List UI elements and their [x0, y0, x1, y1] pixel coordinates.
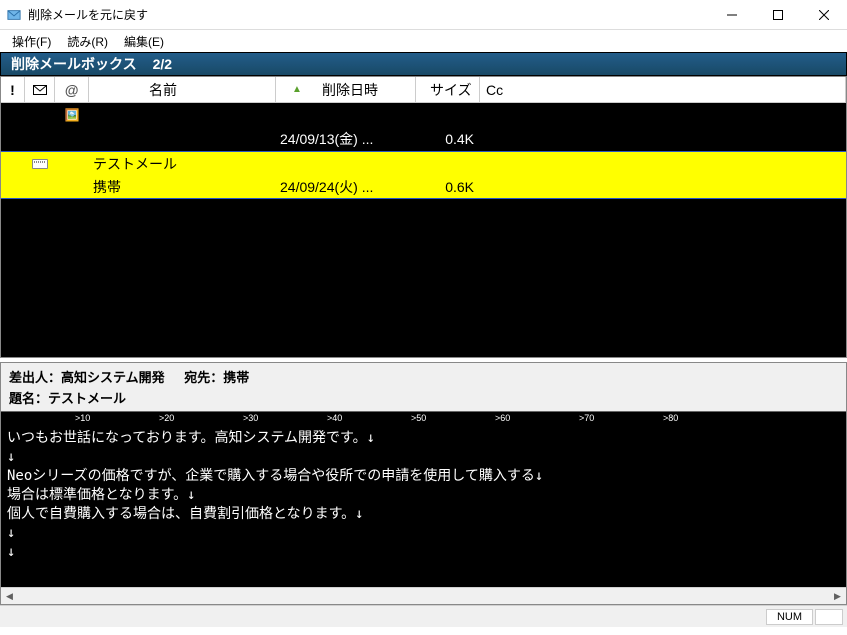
ruler-mark: >30 — [243, 413, 258, 423]
column-mail-icon[interactable] — [25, 77, 55, 102]
column-attachment-icon[interactable]: @ — [55, 77, 89, 102]
column-important[interactable]: ! — [1, 77, 25, 102]
cell-size: 0.4K — [416, 131, 480, 147]
to-label: 宛先： — [184, 370, 223, 385]
subject-label: 題名： — [9, 391, 48, 406]
statusbar: NUM — [0, 605, 847, 627]
column-date-label: 削除日時 — [322, 80, 378, 100]
mail-body[interactable]: いつもお世話になっております。高知システム開発です。↓ ↓ Neoシリーズの価格… — [1, 427, 846, 587]
to-value: 携帯 — [223, 370, 249, 385]
ruler-mark: >60 — [495, 413, 510, 423]
column-cc[interactable]: Cc — [480, 77, 846, 102]
mailbox-count: 2/2 — [153, 56, 172, 72]
cell-size: 0.6K — [416, 179, 480, 195]
column-date[interactable]: ▲ 削除日時 — [276, 77, 416, 102]
column-size[interactable]: サイズ — [416, 77, 480, 102]
menu-edit[interactable]: 編集(E) — [116, 31, 172, 52]
window-title: 削除メールを元に戻す — [28, 6, 709, 23]
keyboard-icon — [32, 159, 48, 169]
cell-name2: 携帯 — [89, 177, 276, 197]
mail-icon — [33, 85, 47, 95]
menu-file[interactable]: 操作(F) — [4, 31, 59, 52]
ruler: >10 >20 >30 >40 >50 >60 >70 >80 — [1, 411, 846, 427]
close-button[interactable] — [801, 0, 847, 29]
column-name[interactable]: 名前 — [89, 77, 276, 102]
ruler-mark: >20 — [159, 413, 174, 423]
scroll-right-button[interactable]: ▶ — [829, 588, 846, 604]
maximize-button[interactable] — [755, 0, 801, 29]
mailbox-title: 削除メールボックス — [11, 54, 137, 74]
status-num: NUM — [766, 609, 813, 625]
from-value: 高知システム開発 — [61, 370, 165, 385]
cell-name: テストメール — [89, 154, 276, 174]
from-label: 差出人： — [9, 370, 61, 385]
attachment-icon: 🖼️ — [65, 108, 80, 122]
horizontal-scrollbar[interactable]: ◀ ▶ — [1, 587, 846, 604]
list-body: 🖼️ 24/09/13(金) ... 0.4K — [1, 103, 846, 357]
window-controls — [709, 0, 847, 29]
mail-list: ! @ 名前 ▲ 削除日時 サイズ Cc 🖼️ — [0, 76, 847, 358]
sort-asc-icon: ▲ — [292, 84, 302, 95]
cell-date: 24/09/13(金) ... — [276, 129, 416, 149]
menubar: 操作(F) 読み(R) 編集(E) — [0, 30, 847, 52]
scroll-track[interactable] — [18, 588, 829, 604]
table-row[interactable]: テストメール 携帯 24/09/24(火) ... 0.6K — [1, 151, 846, 199]
preview-pane: 差出人：高知システム開発 宛先：携帯 題名：テストメール >10 >20 >30… — [0, 362, 847, 605]
paperclip-icon: @ — [65, 82, 79, 98]
ruler-mark: >10 — [75, 413, 90, 423]
subject-value: テストメール — [48, 391, 126, 406]
ruler-mark: >70 — [579, 413, 594, 423]
ruler-mark: >50 — [411, 413, 426, 423]
minimize-button[interactable] — [709, 0, 755, 29]
ruler-mark: >80 — [663, 413, 678, 423]
table-row[interactable]: 🖼️ 24/09/13(金) ... 0.4K — [1, 103, 846, 151]
preview-header: 差出人：高知システム開発 宛先：携帯 題名：テストメール — [1, 363, 846, 411]
app-icon — [6, 7, 22, 23]
mailbox-header: 削除メールボックス 2/2 — [0, 52, 847, 76]
scroll-left-button[interactable]: ◀ — [1, 588, 18, 604]
titlebar: 削除メールを元に戻す — [0, 0, 847, 30]
status-empty — [815, 609, 843, 625]
cell-date: 24/09/24(火) ... — [276, 177, 416, 197]
ruler-mark: >40 — [327, 413, 342, 423]
menu-read[interactable]: 読み(R) — [59, 31, 116, 52]
column-headers: ! @ 名前 ▲ 削除日時 サイズ Cc — [1, 77, 846, 103]
